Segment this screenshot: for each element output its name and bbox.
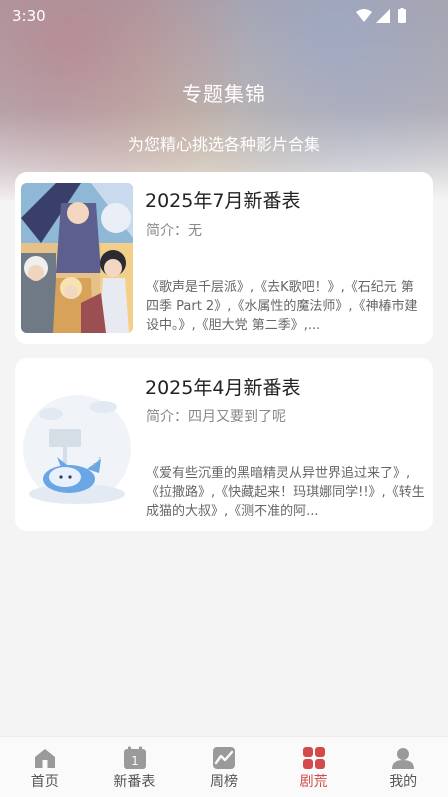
signal-icon [376, 9, 390, 23]
collection-title: 2025年4月新番表 [145, 377, 301, 399]
tab-label: 新番表 [113, 774, 156, 790]
tab-label: 首页 [30, 774, 59, 790]
battery-icon [398, 9, 406, 23]
grid-icon [302, 747, 325, 769]
collection-cover-image [21, 183, 133, 333]
svg-text:z: z [93, 461, 97, 469]
tab-drama-shortage[interactable]: 剧荒 [269, 737, 359, 797]
tab-profile[interactable]: 我的 [358, 737, 448, 797]
collection-description: 《歌声是千层派》,《去K歌吧！》,《石纪元 第四季 Part 2》,《水属性的魔… [146, 280, 418, 333]
page-subtitle: 为您精心挑选各种影片合集 [127, 135, 320, 154]
collection-intro: 简介：四月又要到了呢 [146, 409, 286, 425]
tab-weekly-rank[interactable]: 周榜 [179, 737, 269, 797]
tab-home[interactable]: 首页 [0, 737, 90, 797]
tab-label: 剧荒 [299, 774, 328, 790]
collection-cover-placeholder: z z [21, 369, 133, 519]
collection-card-july[interactable]: 2025年7月新番表 简介：无 《歌声是千层派》,《去K歌吧！》,《石纪元 第四… [15, 172, 433, 344]
bottom-tab-bar: 首页 1 新番表 周榜 剧荒 我的 [0, 736, 448, 797]
wifi-icon [356, 9, 372, 22]
tab-label: 我的 [389, 774, 418, 790]
tab-label: 周榜 [209, 774, 238, 790]
user-icon [392, 748, 415, 769]
home-icon [35, 749, 55, 768]
chart-icon [213, 747, 236, 769]
tab-new-season[interactable]: 1 新番表 [90, 737, 180, 797]
status-time: 3:30 [12, 7, 46, 25]
svg-text:z: z [98, 456, 101, 463]
collection-description: 《爱有些沉重的黑暗精灵从异世界追过来了》,《拉撒路》,《快藏起来！玛琪娜同学!!… [146, 466, 425, 519]
collection-card-april[interactable]: z z 2025年4月新番表 简介：四月又要到了呢 《爱有些沉重的黑暗精灵从异世… [15, 358, 433, 531]
collection-title: 2025年7月新番表 [145, 190, 301, 212]
calendar-icon: 1 [123, 746, 146, 769]
status-bar: 3:30 [0, 0, 448, 32]
svg-text:1: 1 [131, 754, 139, 768]
collection-intro: 简介：无 [146, 223, 202, 239]
page-title: 专题集锦 [182, 82, 266, 106]
status-icons [356, 8, 406, 23]
